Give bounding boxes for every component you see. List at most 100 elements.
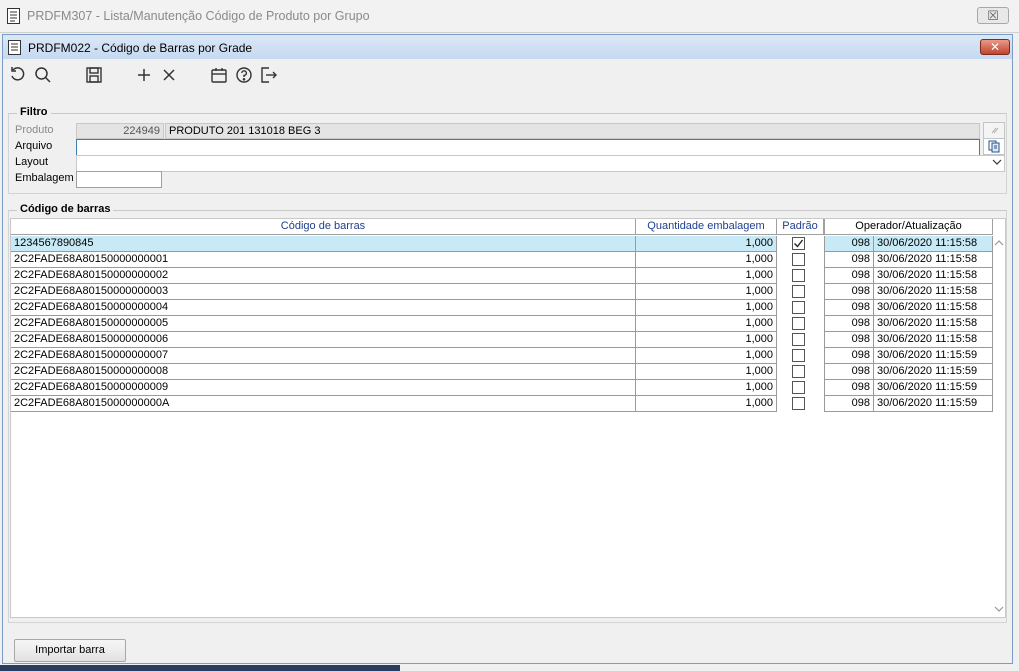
file-browse-button[interactable] <box>983 138 1005 155</box>
barcode-cell[interactable]: 2C2FADE68A80150000000005 <box>11 316 636 332</box>
filter-group: Filtro Produto 224949 PRODUTO 201 131018… <box>8 106 1007 194</box>
updated-at-cell[interactable]: 30/06/2020 11:15:59 <box>874 396 993 412</box>
column-header-operador[interactable]: Operador/Atualização <box>824 219 993 235</box>
padrao-checkbox[interactable] <box>792 237 805 250</box>
padrao-checkbox[interactable] <box>792 253 805 266</box>
barcodes-grid: Código de barras Quantidade embalagem Pa… <box>10 218 1006 618</box>
barcode-cell[interactable]: 2C2FADE68A80150000000009 <box>11 380 636 396</box>
embalagem-input[interactable] <box>76 171 162 188</box>
help-icon[interactable] <box>235 66 253 84</box>
add-icon[interactable] <box>135 66 153 84</box>
arquivo-input[interactable] <box>76 139 980 156</box>
padrao-cell[interactable] <box>777 316 824 332</box>
barcode-cell[interactable]: 2C2FADE68A80150000000008 <box>11 364 636 380</box>
padrao-cell[interactable] <box>777 284 824 300</box>
scroll-up-icon[interactable] <box>994 239 1004 250</box>
quantity-cell[interactable]: 1,000 <box>636 396 777 412</box>
operator-cell[interactable]: 098 <box>824 268 874 284</box>
dialog-title: PRDFM022 - Código de Barras por Grade <box>28 41 253 55</box>
updated-at-cell[interactable]: 30/06/2020 11:15:58 <box>874 252 993 268</box>
barcode-cell[interactable]: 2C2FADE68A8015000000000A <box>11 396 636 412</box>
save-icon[interactable] <box>85 66 103 84</box>
operator-cell[interactable]: 098 <box>824 348 874 364</box>
barcode-cell[interactable]: 2C2FADE68A80150000000006 <box>11 332 636 348</box>
quantity-cell[interactable]: 1,000 <box>636 332 777 348</box>
updated-at-cell[interactable]: 30/06/2020 11:15:58 <box>874 332 993 348</box>
dialog-window: PRDFM022 - Código de Barras por Grade ✕ <box>2 34 1013 664</box>
quantity-cell[interactable]: 1,000 <box>636 348 777 364</box>
chevron-down-icon[interactable] <box>992 157 1002 170</box>
operator-cell[interactable]: 098 <box>824 396 874 412</box>
padrao-checkbox[interactable] <box>792 301 805 314</box>
padrao-cell[interactable] <box>777 252 824 268</box>
updated-at-cell[interactable]: 30/06/2020 11:15:58 <box>874 236 993 252</box>
import-barcode-button[interactable]: Importar barra <box>14 639 126 662</box>
barcode-cell[interactable]: 2C2FADE68A80150000000003 <box>11 284 636 300</box>
operator-cell[interactable]: 098 <box>824 284 874 300</box>
barcode-cell[interactable]: 2C2FADE68A80150000000004 <box>11 300 636 316</box>
padrao-checkbox[interactable] <box>792 285 805 298</box>
padrao-checkbox[interactable] <box>792 381 805 394</box>
exit-icon[interactable] <box>260 66 278 84</box>
operator-cell[interactable]: 098 <box>824 236 874 252</box>
column-header-quantidade[interactable]: Quantidade embalagem <box>636 219 777 235</box>
padrao-checkbox[interactable] <box>792 397 805 410</box>
delete-icon[interactable] <box>160 66 178 84</box>
updated-at-cell[interactable]: 30/06/2020 11:15:58 <box>874 268 993 284</box>
padrao-cell[interactable] <box>777 236 824 252</box>
padrao-cell[interactable] <box>777 364 824 380</box>
operator-cell[interactable]: 098 <box>824 300 874 316</box>
updated-at-cell[interactable]: 30/06/2020 11:15:58 <box>874 284 993 300</box>
operator-cell[interactable]: 098 <box>824 316 874 332</box>
outer-window-titlebar: PRDFM307 - Lista/Manutenção Código de Pr… <box>0 0 1019 33</box>
outer-close-button[interactable]: ☒ <box>977 7 1009 24</box>
taskbar-strip <box>0 665 400 671</box>
produto-lookup-button[interactable] <box>983 122 1005 139</box>
padrao-checkbox[interactable] <box>792 333 805 346</box>
barcode-cell[interactable]: 1234567890845 <box>11 236 636 252</box>
quantity-cell[interactable]: 1,000 <box>636 284 777 300</box>
quantity-cell[interactable]: 1,000 <box>636 380 777 396</box>
quantity-cell[interactable]: 1,000 <box>636 300 777 316</box>
barcodes-group-title: Código de barras <box>17 203 114 215</box>
updated-at-cell[interactable]: 30/06/2020 11:15:58 <box>874 300 993 316</box>
padrao-checkbox[interactable] <box>792 365 805 378</box>
barcode-cell[interactable]: 2C2FADE68A80150000000002 <box>11 268 636 284</box>
quantity-cell[interactable]: 1,000 <box>636 316 777 332</box>
quantity-cell[interactable]: 1,000 <box>636 236 777 252</box>
column-header-padrao[interactable]: Padrão <box>777 219 824 235</box>
padrao-cell[interactable] <box>777 380 824 396</box>
barcode-cell[interactable]: 2C2FADE68A80150000000007 <box>11 348 636 364</box>
quantity-cell[interactable]: 1,000 <box>636 252 777 268</box>
close-button[interactable]: ✕ <box>980 39 1010 55</box>
padrao-checkbox[interactable] <box>792 317 805 330</box>
operator-cell[interactable]: 098 <box>824 252 874 268</box>
scroll-down-icon[interactable] <box>994 605 1004 616</box>
updated-at-cell[interactable]: 30/06/2020 11:15:58 <box>874 316 993 332</box>
padrao-cell[interactable] <box>777 332 824 348</box>
outer-window-title: PRDFM307 - Lista/Manutenção Código de Pr… <box>27 9 370 23</box>
updated-at-cell[interactable]: 30/06/2020 11:15:59 <box>874 348 993 364</box>
search-icon[interactable] <box>34 66 52 84</box>
quantity-cell[interactable]: 1,000 <box>636 268 777 284</box>
dialog-titlebar: PRDFM022 - Código de Barras por Grade ✕ <box>3 35 1012 59</box>
updated-at-cell[interactable]: 30/06/2020 11:15:59 <box>874 364 993 380</box>
padrao-checkbox[interactable] <box>792 349 805 362</box>
layout-select[interactable] <box>76 155 1005 172</box>
padrao-cell[interactable] <box>777 300 824 316</box>
padrao-cell[interactable] <box>777 396 824 412</box>
padrao-checkbox[interactable] <box>792 269 805 282</box>
operator-cell[interactable]: 098 <box>824 380 874 396</box>
updated-at-cell[interactable]: 30/06/2020 11:15:59 <box>874 380 993 396</box>
barcode-cell[interactable]: 2C2FADE68A80150000000001 <box>11 252 636 268</box>
column-header-codigo[interactable]: Código de barras <box>11 219 636 235</box>
quantity-cell[interactable]: 1,000 <box>636 364 777 380</box>
produto-description-field: PRODUTO 201 131018 BEG 3 <box>165 123 980 139</box>
padrao-cell[interactable] <box>777 268 824 284</box>
operator-cell[interactable]: 098 <box>824 332 874 348</box>
refresh-icon[interactable] <box>9 66 27 84</box>
calendar-icon[interactable] <box>210 66 228 84</box>
operator-cell[interactable]: 098 <box>824 364 874 380</box>
embalagem-label: Embalagem <box>15 172 74 184</box>
padrao-cell[interactable] <box>777 348 824 364</box>
